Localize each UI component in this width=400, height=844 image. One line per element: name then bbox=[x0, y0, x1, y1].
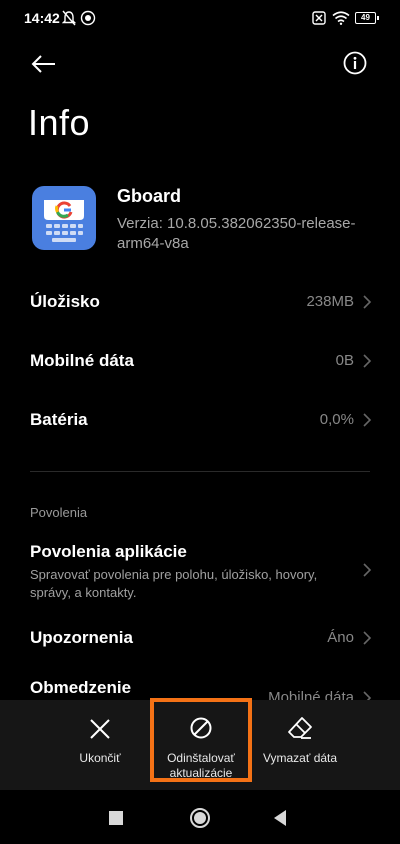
mobile-data-row[interactable]: Mobilné dáta 0B bbox=[0, 333, 400, 389]
notifications-value: Áno bbox=[327, 629, 354, 646]
eraser-icon bbox=[288, 717, 312, 739]
chevron-right-icon bbox=[363, 631, 372, 645]
storage-row[interactable]: Úložisko 238MB bbox=[0, 274, 400, 330]
clear-data-button[interactable]: Vymazať dáta bbox=[258, 700, 342, 790]
app-info-button[interactable] bbox=[343, 51, 367, 75]
app-notification-icon bbox=[80, 10, 96, 26]
navigation-bar bbox=[0, 790, 400, 844]
recents-button[interactable] bbox=[109, 811, 123, 825]
chevron-right-icon bbox=[363, 413, 372, 427]
storage-value: 238MB bbox=[306, 293, 354, 310]
home-button[interactable] bbox=[189, 807, 211, 829]
app-name: Gboard bbox=[117, 186, 182, 206]
battery-value: 0,0% bbox=[319, 411, 354, 428]
status-time: 14:42 bbox=[24, 10, 60, 26]
app-version: Verzia: 10.8.05.382062350-release-arm64-… bbox=[117, 215, 356, 252]
notifications-label: Upozornenia bbox=[30, 628, 133, 647]
back-nav-button[interactable] bbox=[272, 809, 288, 827]
close-app-label: Ukončiť bbox=[79, 751, 121, 765]
permissions-section-header: Povolenia bbox=[30, 505, 88, 520]
close-icon bbox=[90, 719, 110, 739]
gboard-app-icon bbox=[32, 186, 96, 250]
chevron-right-icon bbox=[363, 295, 372, 309]
close-app-button[interactable]: Ukončiť bbox=[60, 700, 140, 790]
chevron-right-icon bbox=[363, 563, 372, 577]
keyboard-g-logo-icon bbox=[44, 200, 84, 242]
bell-muted-icon bbox=[62, 10, 76, 26]
sim-off-icon bbox=[312, 11, 326, 25]
app-permissions-description: Spravovať povolenia pre polohu, úložisko… bbox=[30, 567, 318, 600]
chevron-right-icon bbox=[363, 354, 372, 368]
status-bar: 14:42 49 bbox=[0, 0, 400, 36]
battery-label: Batéria bbox=[30, 410, 88, 429]
mobile-data-label: Mobilné dáta bbox=[30, 351, 134, 370]
wifi-icon bbox=[332, 11, 350, 25]
section-divider bbox=[30, 471, 370, 472]
page-title: Info bbox=[28, 102, 91, 143]
back-button[interactable] bbox=[30, 50, 58, 78]
battery-row[interactable]: Batéria 0,0% bbox=[0, 392, 400, 448]
app-permissions-label: Povolenia aplikácie bbox=[30, 542, 187, 561]
storage-label: Úložisko bbox=[30, 292, 100, 311]
highlight-box bbox=[150, 698, 252, 782]
battery-indicator: 49 bbox=[355, 12, 379, 24]
app-permissions-row[interactable]: Povolenia aplikácie Spravovať povolenia … bbox=[0, 536, 400, 606]
mobile-data-value: 0B bbox=[335, 352, 354, 369]
back-arrow-icon bbox=[31, 55, 55, 73]
info-icon bbox=[343, 51, 367, 75]
notifications-row[interactable]: Upozornenia Áno bbox=[0, 610, 400, 666]
clear-data-label: Vymazať dáta bbox=[262, 751, 338, 765]
